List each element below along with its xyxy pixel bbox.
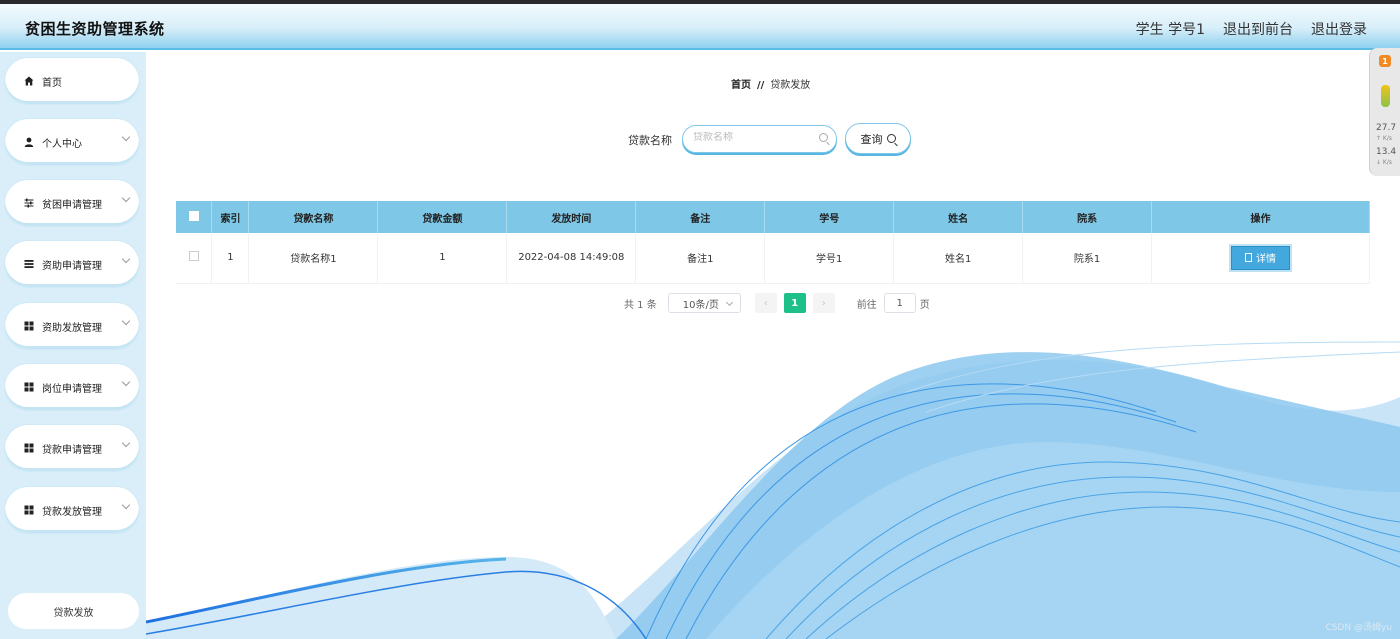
sidebar-item-label: 个人中心: [42, 138, 82, 150]
loan-table: 索引 贷款名称 贷款金额 发放时间 备注 学号 姓名 院系 操作 1 贷款名称1…: [176, 201, 1370, 284]
query-button-label: 查询: [860, 132, 883, 146]
row-checkbox[interactable]: [188, 251, 199, 262]
search-input[interactable]: [693, 132, 813, 143]
exit-to-front-link[interactable]: 退出到前台: [1223, 19, 1293, 39]
grid-icon: [22, 505, 36, 515]
next-page-button[interactable]: ›: [812, 293, 835, 313]
column-header: 姓名: [893, 201, 1024, 233]
memory-bar-icon: [1381, 85, 1390, 107]
sliders-icon: [22, 198, 36, 208]
sidebar-item-label: 资助发放管理: [42, 322, 102, 334]
chevron-down-icon: [121, 500, 131, 510]
user-icon: [22, 137, 36, 147]
chevron-down-icon: [121, 438, 131, 448]
sidebar-item-personal-center[interactable]: 个人中心: [5, 119, 139, 165]
cell-student-name: 姓名1: [893, 233, 1024, 284]
notification-badge: 1: [1379, 55, 1391, 67]
chevron-down-icon: [121, 254, 131, 264]
cell-remark: 备注1: [635, 233, 766, 284]
grid-icon: [22, 443, 36, 453]
chevron-down-icon: [121, 132, 131, 142]
breadcrumb-home[interactable]: 首页: [731, 80, 751, 91]
column-header: 索引: [211, 201, 250, 233]
header-actions: 学生 学号1 退出到前台 退出登录: [1136, 19, 1367, 39]
sidebar-item-aid-release[interactable]: 资助发放管理: [5, 303, 139, 349]
home-icon: [22, 76, 36, 86]
column-header: 贷款金额: [377, 201, 508, 233]
detail-button[interactable]: 详情: [1231, 245, 1291, 270]
submenu-item-loan-release[interactable]: 贷款发放: [8, 593, 139, 629]
page-size-value: 10条/页: [682, 299, 719, 311]
pagination-total: 共 1 条: [624, 299, 657, 311]
pagination: 共 1 条 10条/页 ‹ 1 › 前往 页: [624, 292, 930, 314]
sidebar-item-label: 首页: [42, 77, 62, 89]
sidebar-item-label: 贷款发放管理: [42, 506, 102, 518]
column-header: 发放时间: [506, 201, 637, 233]
select-all-cell: [176, 201, 213, 233]
grid-icon: [22, 321, 36, 331]
sidebar-item-label: 贫困申请管理: [42, 199, 102, 211]
row-select-cell: [176, 233, 213, 284]
download-speed-value: 13.4: [1376, 147, 1397, 157]
select-all-checkbox[interactable]: [188, 210, 199, 221]
watermark-text: CSDN @汤姆yu: [1325, 623, 1392, 633]
cell-actions: 详情: [1151, 233, 1370, 284]
goto-label: 前往: [856, 299, 877, 311]
table-row: 1 贷款名称1 1 2022-04-08 14:49:08 备注1 学号1 姓名…: [176, 233, 1370, 284]
chevron-down-icon: [121, 193, 131, 203]
main-content: 首页 // 贷款发放 贷款名称 查询 索引 贷款名称 贷款金额 发放时间 备注 学号…: [146, 52, 1400, 639]
breadcrumb-separator: //: [757, 80, 765, 91]
column-header: 贷款名称: [248, 201, 379, 233]
cell-student-no: 学号1: [764, 233, 895, 284]
sidebar-item-poverty-apply[interactable]: 贫困申请管理: [5, 180, 139, 226]
network-speed-widget[interactable]: 1 27.7 ↑ K/s 13.4 ↓ K/s: [1369, 48, 1400, 176]
goto-page-input[interactable]: [883, 293, 916, 313]
search-icon: [819, 133, 828, 142]
cell-loan-amount: 1: [377, 233, 508, 284]
chevron-down-icon: [725, 298, 733, 307]
search-icon: [886, 134, 896, 143]
sidebar-item-loan-apply[interactable]: 贷款申请管理: [5, 425, 139, 471]
cell-index: 1: [211, 233, 250, 284]
page-suffix-label: 页: [919, 299, 930, 311]
cell-loan-name: 贷款名称1: [248, 233, 379, 284]
upload-speed-unit: ↑ K/s: [1376, 135, 1393, 142]
detail-button-label: 详情: [1256, 254, 1277, 266]
search-label: 贷款名称: [628, 134, 672, 147]
grid-icon: [22, 382, 36, 392]
upload-speed-value: 27.7: [1376, 123, 1397, 133]
page-size-select[interactable]: 10条/页: [667, 293, 741, 313]
cell-release-time: 2022-04-08 14:49:08: [506, 233, 637, 284]
sidebar-item-loan-release[interactable]: 贷款发放管理: [5, 487, 139, 533]
column-header: 备注: [635, 201, 766, 233]
cell-department: 院系1: [1022, 233, 1153, 284]
table-header-row: 索引 贷款名称 贷款金额 发放时间 备注 学号 姓名 院系 操作: [176, 201, 1370, 233]
chevron-down-icon: [121, 316, 131, 326]
download-speed-unit: ↓ K/s: [1376, 159, 1393, 166]
current-user: 学生 学号1: [1135, 22, 1205, 38]
chevron-down-icon: [121, 377, 131, 387]
list-icon: [22, 259, 36, 269]
column-header: 操作: [1151, 201, 1370, 233]
prev-page-button[interactable]: ‹: [754, 293, 777, 313]
breadcrumb-current: 贷款发放: [770, 80, 811, 91]
page-number-button[interactable]: 1: [783, 293, 806, 313]
sidebar-item-home[interactable]: 首页: [5, 58, 139, 104]
query-button[interactable]: 查询: [845, 123, 911, 154]
sidebar-item-label: 岗位申请管理: [42, 383, 102, 395]
app-title: 贫困生资助管理系统: [25, 20, 165, 38]
column-header: 院系: [1022, 201, 1153, 233]
top-header: 贫困生资助管理系统 学生 学号1 退出到前台 退出登录: [0, 4, 1400, 50]
sidebar-item-label: 贷款申请管理: [42, 444, 102, 456]
document-icon: [1245, 253, 1253, 263]
sidebar: 首页 个人中心 贫困申请管理 资助申请管理 资助发放管理 岗位申请管理 贷款申请…: [0, 52, 146, 639]
logout-link[interactable]: 退出登录: [1311, 19, 1367, 39]
column-header: 学号: [764, 201, 895, 233]
sidebar-item-aid-apply[interactable]: 资助申请管理: [5, 241, 139, 287]
breadcrumb: 首页 // 贷款发放: [731, 76, 810, 91]
sidebar-item-job-apply[interactable]: 岗位申请管理: [5, 364, 139, 410]
sidebar-item-label: 资助申请管理: [42, 260, 102, 272]
search-field[interactable]: [682, 125, 837, 153]
